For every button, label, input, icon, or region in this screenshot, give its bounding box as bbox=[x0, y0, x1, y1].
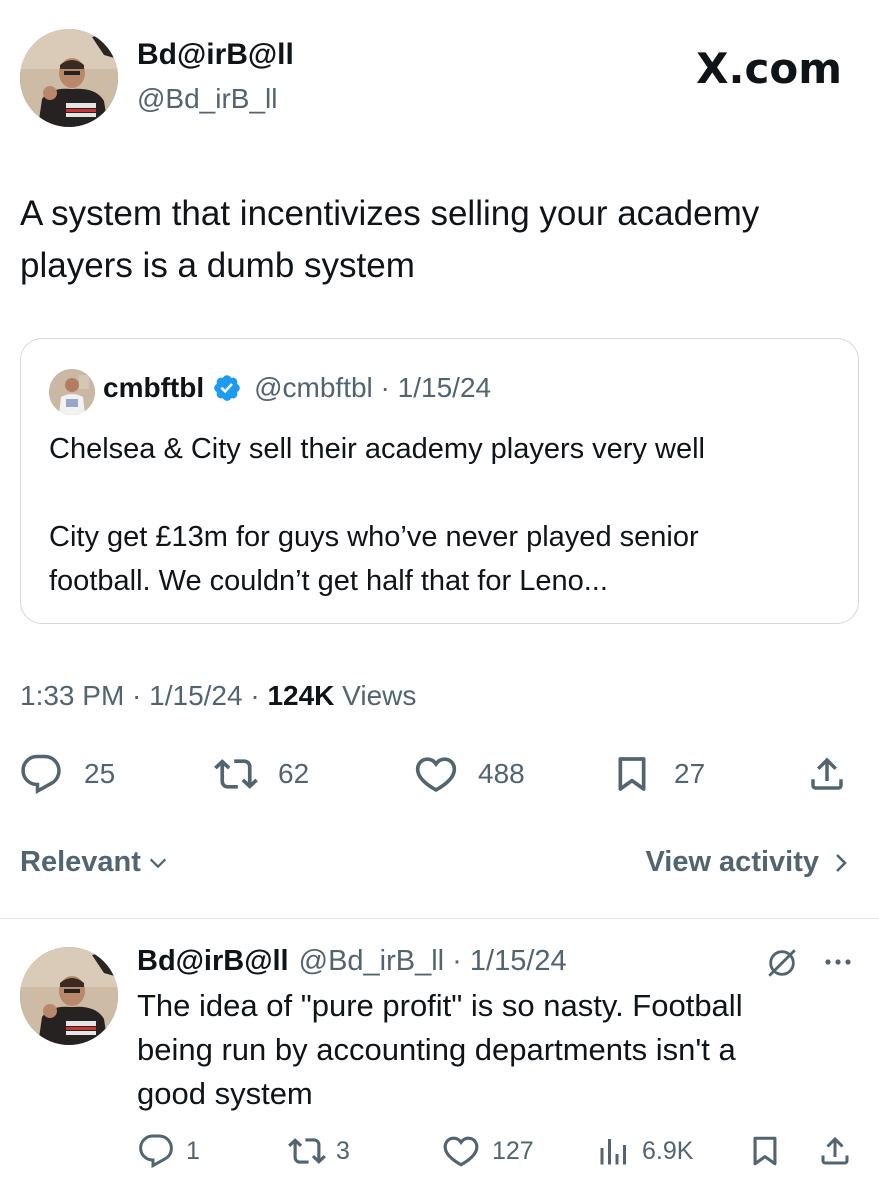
quote-text: Chelsea & City sell their academy player… bbox=[49, 427, 705, 603]
reply-reply-button[interactable]: 1 bbox=[138, 1132, 200, 1170]
reply-display-name[interactable]: Bd@irB@ll bbox=[137, 945, 289, 978]
tweet-text-line: A system that incentivizes selling your … bbox=[20, 194, 760, 233]
reply-text-line: being run by accounting departments isn'… bbox=[137, 1032, 736, 1067]
chevron-down-icon bbox=[147, 852, 169, 874]
reply-icon bbox=[20, 753, 62, 795]
grok-icon[interactable] bbox=[765, 946, 799, 980]
reply-header: Bd@irB@ll @Bd_irB_ll · 1/15/24 bbox=[137, 945, 567, 978]
tweet-text: A system that incentivizes selling your … bbox=[20, 188, 759, 292]
reply-retweet-count: 3 bbox=[336, 1136, 350, 1165]
retweet-button[interactable]: 62 bbox=[214, 752, 309, 796]
quote-handle-date[interactable]: @cmbftbl · 1/15/24 bbox=[254, 372, 491, 404]
like-icon bbox=[442, 1132, 480, 1170]
quote-display-name[interactable]: cmbftbl bbox=[103, 372, 204, 404]
views-label: Views bbox=[334, 680, 417, 711]
views-icon bbox=[596, 1133, 632, 1169]
reply-retweet-button[interactable]: 3 bbox=[288, 1132, 350, 1170]
reply-like-button[interactable]: 127 bbox=[442, 1132, 534, 1170]
chevron-right-icon bbox=[831, 851, 851, 875]
sort-label: Relevant bbox=[20, 846, 141, 878]
quoted-tweet-card[interactable]: cmbftbl @cmbftbl · 1/15/24 Chelsea & Cit… bbox=[20, 338, 859, 624]
author-avatar[interactable] bbox=[20, 29, 118, 127]
reply-handle-date[interactable]: @Bd_irB_ll · 1/15/24 bbox=[299, 945, 567, 978]
view-activity-link[interactable]: View activity bbox=[645, 846, 851, 879]
quote-text-line: Chelsea & City sell their academy player… bbox=[49, 433, 705, 465]
retweet-icon bbox=[214, 752, 258, 796]
reply-share-button[interactable] bbox=[817, 1132, 853, 1170]
sort-replies-dropdown[interactable]: Relevant bbox=[20, 846, 169, 879]
like-icon bbox=[414, 752, 458, 796]
reply-button[interactable]: 25 bbox=[20, 752, 115, 796]
view-activity-label: View activity bbox=[645, 846, 819, 878]
author-handle[interactable]: @Bd_irB_ll bbox=[137, 83, 277, 115]
retweet-icon bbox=[288, 1132, 326, 1170]
reply-like-count: 127 bbox=[492, 1136, 534, 1165]
share-icon bbox=[806, 753, 848, 795]
bookmark-count: 27 bbox=[674, 758, 706, 789]
reply-views-count: 6.9K bbox=[642, 1136, 694, 1165]
more-icon[interactable] bbox=[820, 950, 856, 974]
author-display-name[interactable]: Bd@irB@ll bbox=[137, 38, 294, 72]
tweet-meta: 1:33 PM · 1/15/24 · 124K Views bbox=[20, 680, 416, 712]
bookmark-icon bbox=[612, 752, 652, 796]
share-icon bbox=[817, 1133, 853, 1169]
views-count: 124K bbox=[267, 680, 335, 711]
reply-count: 25 bbox=[84, 758, 116, 789]
quote-author-avatar[interactable] bbox=[49, 369, 95, 415]
share-button[interactable] bbox=[806, 752, 848, 796]
quote-header: cmbftbl @cmbftbl · 1/15/24 bbox=[103, 372, 491, 404]
retweet-count: 62 bbox=[278, 758, 310, 789]
reply-reply-count: 1 bbox=[186, 1136, 200, 1165]
reply-views-button[interactable]: 6.9K bbox=[596, 1132, 693, 1170]
reply-text-line: The idea of "pure profit" is so nasty. F… bbox=[137, 988, 743, 1023]
quote-text-line: football. We couldn’t get half that for … bbox=[49, 565, 608, 597]
like-button[interactable]: 488 bbox=[414, 752, 525, 796]
reply-icon bbox=[138, 1133, 174, 1169]
bookmark-button[interactable]: 27 bbox=[612, 752, 705, 796]
divider bbox=[0, 918, 879, 919]
reply-author-avatar[interactable] bbox=[20, 947, 118, 1045]
x-logo: X.com bbox=[696, 44, 842, 93]
verified-badge-icon bbox=[212, 373, 242, 403]
tweet-timestamp[interactable]: 1:33 PM · 1/15/24 · bbox=[20, 680, 267, 711]
like-count: 488 bbox=[478, 758, 525, 789]
quote-text-line: City get £13m for guys who’ve never play… bbox=[49, 521, 699, 553]
tweet-text-line: players is a dumb system bbox=[20, 246, 415, 285]
reply-text-line: good system bbox=[137, 1076, 313, 1111]
bookmark-icon bbox=[748, 1133, 782, 1169]
reply-text: The idea of "pure profit" is so nasty. F… bbox=[137, 984, 743, 1116]
reply-bookmark-button[interactable] bbox=[748, 1132, 782, 1170]
